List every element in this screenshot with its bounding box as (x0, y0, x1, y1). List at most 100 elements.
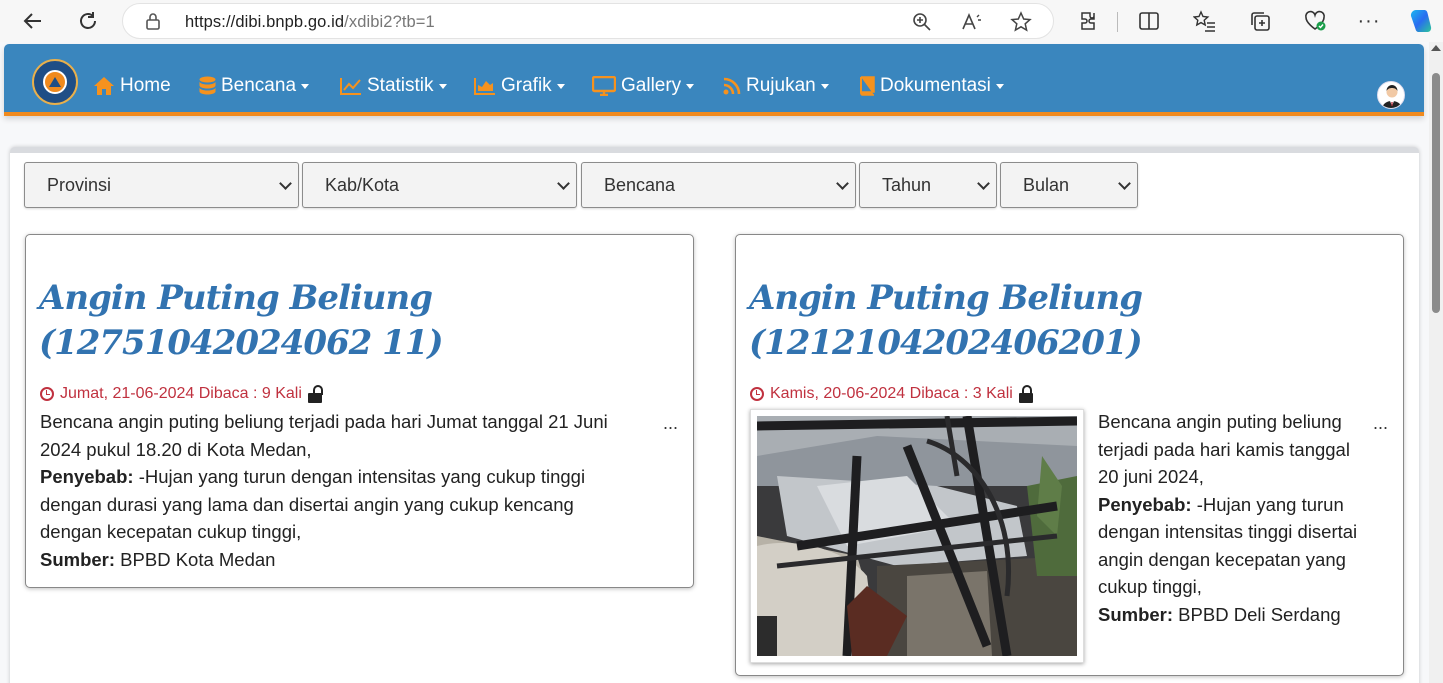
bulan-select-value: Bulan (1023, 174, 1070, 195)
caret-down-icon (438, 84, 447, 89)
nav-dokumentasi[interactable]: Dokumentasi (859, 73, 1004, 99)
url-text: https://dibi.bnpb.go.id/xdibi2?tb=1 (185, 13, 435, 32)
kabkota-select[interactable]: Kab/Kota (302, 162, 577, 208)
nav-home-label: Home (120, 75, 171, 96)
card-description: Bencana angin puting beliung terjadi pad… (1098, 408, 1388, 628)
penyebab-label: Penyebab: (1098, 493, 1192, 515)
sumber-label: Sumber: (1098, 603, 1174, 625)
read-more-link[interactable]: ... (1373, 413, 1388, 434)
sumber-line: Sumber: BPBD Deli Serdang (1098, 601, 1388, 629)
caret-down-icon (301, 84, 310, 89)
desc-line: dengan kecepatan cukup tinggi, (40, 521, 302, 542)
clock-icon (750, 387, 764, 401)
desc-line: dengan durasi yang lama dan disertai ang… (40, 493, 574, 515)
penyebab-text: -Hujan yang turun dengan intensitas yang… (133, 466, 586, 487)
penyebab-line: Penyebab: -Hujan yang turun dengan inten… (40, 463, 640, 491)
nav-gallery-label: Gallery (621, 75, 682, 96)
page-viewport: Home Bencana Statistik Grafik Gallery Ru… (0, 42, 1429, 683)
scroll-up-arrow-icon[interactable] (1431, 45, 1441, 51)
caret-down-icon (995, 84, 1004, 89)
card-meta: Jumat, 21-06-2024 Dibaca : 9 Kali (40, 385, 323, 403)
penyebab-text: -Hujan yang turun (1191, 493, 1344, 515)
browser-toolbar: https://dibi.bnpb.go.id/xdibi2?tb=1 ··· (0, 0, 1443, 42)
tahun-select-value: Tahun (882, 174, 932, 195)
card-title-line2: (12751042024062 11) (39, 323, 444, 363)
desc-line: dengan intensitas tinggi disertai (1098, 521, 1358, 542)
chevron-down-icon (557, 177, 570, 190)
zoom-icon[interactable] (909, 9, 935, 35)
card-meta-text: Jumat, 21-06-2024 Dibaca : 9 Kali (60, 385, 302, 402)
desc-line: terjadi pada hari kamis tanggal (1098, 438, 1350, 460)
chevron-down-icon (836, 177, 849, 190)
extensions-icon[interactable] (1076, 8, 1102, 34)
sumber-text: BPBD Kota Medan (115, 548, 276, 570)
chevron-down-icon (1118, 177, 1131, 190)
main-navbar: Home Bencana Statistik Grafik Gallery Ru… (4, 44, 1424, 116)
nav-bencana-label: Bencana (221, 75, 297, 96)
desc-line: Bencana angin puting beliung terjadi pad… (40, 411, 608, 432)
bencana-select[interactable]: Bencana (581, 162, 856, 208)
nav-gallery[interactable]: Gallery (592, 73, 695, 99)
caret-down-icon (686, 84, 695, 89)
sumber-line: Sumber: BPBD Kota Medan (40, 546, 640, 574)
browser-essentials-icon[interactable] (1302, 8, 1328, 34)
toolbar-divider (1117, 12, 1118, 32)
back-icon[interactable] (18, 6, 48, 36)
penyebab-label: Penyebab: (40, 466, 134, 487)
tahun-select[interactable]: Tahun (859, 162, 997, 208)
nav-grafik[interactable]: Grafik (474, 73, 565, 99)
favorite-star-icon[interactable] (1008, 9, 1034, 35)
bencana-select-value: Bencana (604, 174, 676, 195)
desc-line: 20 juni 2024, (1098, 466, 1204, 487)
desktop-icon (592, 76, 616, 96)
nav-statistik-label: Statistik (367, 75, 434, 96)
database-icon (199, 76, 216, 96)
card-meta-text: Kamis, 20-06-2024 Dibaca : 3 Kali (770, 385, 1013, 402)
kabkota-select-value: Kab/Kota (325, 174, 400, 195)
card-title-line1: Angin Puting Beliung (39, 278, 433, 318)
nav-dokumentasi-label: Dokumentasi (880, 75, 991, 96)
address-bar[interactable]: https://dibi.bnpb.go.id/xdibi2?tb=1 (122, 3, 1054, 39)
collections-icon[interactable] (1247, 8, 1273, 34)
scrollbar-thumb[interactable] (1432, 73, 1440, 313)
split-screen-icon[interactable] (1136, 8, 1162, 34)
chevron-down-icon (279, 177, 292, 190)
bnpb-logo[interactable] (32, 59, 78, 105)
provinsi-select-value: Provinsi (47, 174, 112, 195)
url-host: https://dibi.bnpb.go.id (185, 13, 345, 31)
refresh-icon[interactable] (73, 6, 103, 36)
card-description: Bencana angin puting beliung terjadi pad… (40, 408, 640, 573)
caret-down-icon (556, 84, 565, 89)
penyebab-line: Penyebab: -Hujan yang turun (1098, 491, 1388, 519)
desc-line: Bencana angin puting beliung (1098, 411, 1342, 432)
nav-rujukan[interactable]: Rujukan (723, 73, 829, 99)
damaged-roof-photo (756, 415, 1078, 657)
card-meta: Kamis, 20-06-2024 Dibaca : 3 Kali (750, 385, 1033, 403)
copilot-icon[interactable] (1406, 6, 1436, 36)
user-avatar[interactable] (1377, 81, 1405, 109)
desc-line: cukup tinggi, (1098, 576, 1202, 597)
provinsi-select[interactable]: Provinsi (24, 162, 299, 208)
read-more-link[interactable]: ... (663, 413, 678, 434)
nav-statistik[interactable]: Statistik (340, 73, 447, 99)
favorites-list-icon[interactable] (1192, 8, 1218, 34)
more-options-icon[interactable]: ··· (1356, 8, 1382, 34)
desc-line: angin dengan kecepatan yang (1098, 548, 1346, 570)
nav-rujukan-label: Rujukan (746, 75, 816, 96)
nav-bencana[interactable]: Bencana (199, 73, 310, 99)
nav-home[interactable]: Home (93, 73, 171, 99)
card-title[interactable]: Angin Puting Beliung (12751042024062 11) (39, 276, 444, 366)
lock-icon[interactable] (145, 12, 161, 35)
caret-down-icon (820, 84, 829, 89)
rss-icon (723, 77, 741, 95)
bulan-select[interactable]: Bulan (1000, 162, 1138, 208)
chevron-down-icon (977, 177, 990, 190)
disaster-photo[interactable] (750, 409, 1084, 663)
lock-closed-icon (1018, 385, 1033, 403)
line-chart-icon (340, 77, 362, 95)
nav-grafik-label: Grafik (501, 75, 552, 96)
card-title[interactable]: Angin Puting Beliung (1212104202406201) (749, 276, 1143, 366)
book-icon (859, 76, 875, 96)
home-icon (93, 76, 115, 96)
read-aloud-icon[interactable] (959, 9, 985, 35)
